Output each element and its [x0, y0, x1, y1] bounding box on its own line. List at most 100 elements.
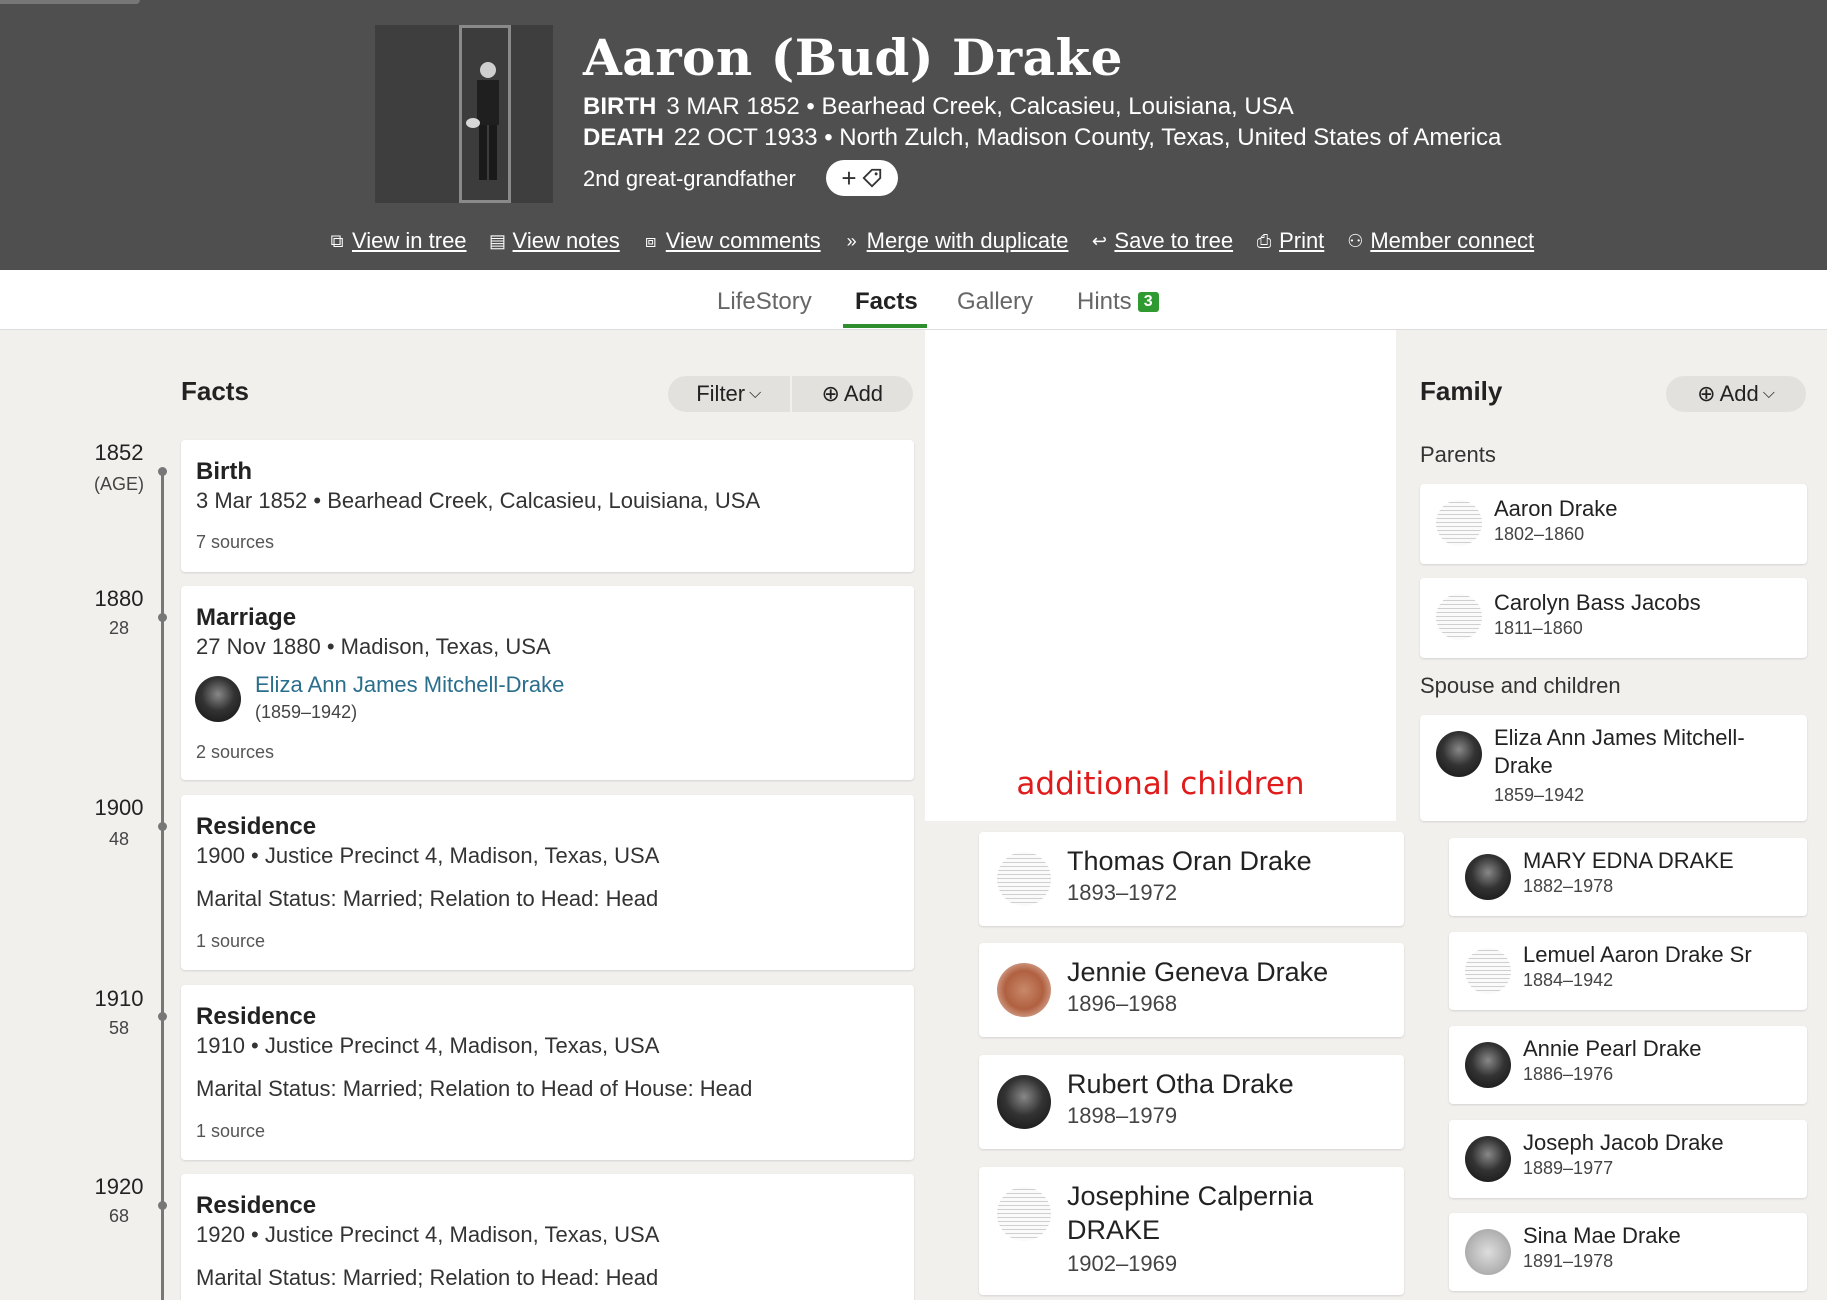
timeline-dot [158, 613, 167, 622]
fact-card-residence-1900[interactable]: Residence 1900 • Justice Precinct 4, Mad… [181, 795, 914, 970]
save-to-tree-link[interactable]: ↩ Save to tree [1088, 228, 1233, 254]
timeline-year: 1852 [94, 440, 144, 465]
child-name[interactable]: Jennie Geneva Drake [1067, 957, 1328, 988]
spouse-avatar[interactable] [195, 676, 241, 722]
child-name[interactable]: Joseph Jacob Drake [1523, 1130, 1724, 1156]
comments-icon: ⧈ [645, 230, 657, 251]
relationship-label: 2nd great-grandfather [583, 166, 796, 191]
fact-sources[interactable]: 2 sources [196, 742, 274, 763]
spouse-link[interactable]: Eliza Ann James Mitchell-Drake [255, 672, 564, 698]
fact-card-residence-1920[interactable]: Residence 1920 • Justice Precinct 4, Mad… [181, 1174, 914, 1300]
notes-icon: ▤ [489, 230, 507, 251]
child-card[interactable]: Annie Pearl Drake 1886–1976 [1449, 1026, 1807, 1104]
child-avatar [997, 963, 1051, 1017]
additional-child-card[interactable]: Jennie Geneva Drake 1896–1968 [979, 943, 1404, 1037]
timeline-year: 1910 [94, 986, 144, 1011]
spouse-name-line2[interactable]: Drake [1494, 753, 1553, 779]
child-name[interactable]: Annie Pearl Drake [1523, 1036, 1702, 1062]
child-card[interactable]: Sina Mae Drake 1891–1978 [1449, 1213, 1807, 1291]
child-name[interactable]: MARY EDNA DRAKE [1523, 848, 1734, 874]
child-name-line2[interactable]: DRAKE [1067, 1215, 1160, 1246]
person-portrait[interactable] [375, 25, 553, 203]
child-dates: 1898–1979 [1067, 1103, 1178, 1128]
fact-title: Birth [196, 458, 252, 485]
spouse-card[interactable]: Eliza Ann James Mitchell- Drake 1859–194… [1420, 715, 1807, 821]
spouse-dates: 1859–1942 [1494, 785, 1585, 805]
child-name[interactable]: Thomas Oran Drake [1067, 846, 1312, 877]
person-header: Aaron (Bud) Drake BIRTH 3 MAR 1852 • Bear… [0, 0, 1827, 270]
child-dates: 1884–1942 [1523, 970, 1614, 990]
add-family-button[interactable]: ⊕ Add ⌵ [1666, 376, 1806, 412]
birth-value: 3 MAR 1852 • Bearhead Creek, Calcasieu, … [666, 93, 1294, 120]
spouse-name-line1[interactable]: Eliza Ann James Mitchell- [1494, 725, 1745, 751]
spouse-avatar [1436, 731, 1482, 777]
child-avatar [997, 1075, 1051, 1129]
view-notes-link[interactable]: ▤ View notes [487, 228, 620, 254]
view-comments-link[interactable]: ⧈ View comments [640, 228, 821, 254]
parent-card[interactable]: Carolyn Bass Jacobs 1811–1860 [1420, 578, 1807, 658]
fact-card-marriage[interactable]: Marriage 27 Nov 1880 • Madison, Texas, U… [181, 586, 914, 780]
tab-facts[interactable]: Facts [855, 288, 918, 316]
parent-name[interactable]: Aaron Drake [1494, 496, 1618, 522]
tab-gallery[interactable]: Gallery [957, 288, 1033, 316]
death-label: DEATH [583, 124, 664, 151]
additional-child-card[interactable]: Josephine Calpernia DRAKE 1902–1969 [979, 1167, 1404, 1295]
child-card[interactable]: MARY EDNA DRAKE 1882–1978 [1449, 838, 1807, 916]
tab-lifestory[interactable]: LifeStory [717, 288, 812, 316]
fact-sources[interactable]: 1 source [196, 931, 265, 952]
fact-detail: 1910 • Justice Precinct 4, Madison, Texa… [196, 1033, 660, 1058]
additional-child-card[interactable]: Rubert Otha Drake 1898–1979 [979, 1055, 1404, 1149]
child-avatar [997, 852, 1051, 906]
member-connect-link[interactable]: ⚇ Member connect [1344, 228, 1534, 254]
merge-with-duplicate-link[interactable]: » Merge with duplicate [841, 228, 1069, 254]
child-dates: 1886–1976 [1523, 1064, 1614, 1084]
timeline-age: (AGE) [93, 474, 144, 494]
plus-circle-icon: ⊕ [821, 381, 840, 406]
parent-card[interactable]: Aaron Drake 1802–1860 [1420, 484, 1807, 564]
facts-controls: Filter ⌵ ⊕ Add [668, 376, 913, 412]
additional-child-card[interactable]: Thomas Oran Drake 1893–1972 [979, 832, 1404, 926]
fact-detail: 1920 • Justice Precinct 4, Madison, Texa… [196, 1222, 660, 1247]
facts-heading: Facts [181, 376, 249, 406]
plus-circle-icon: ⊕ [1697, 381, 1716, 406]
fact-card-residence-1910[interactable]: Residence 1910 • Justice Precinct 4, Mad… [181, 985, 914, 1160]
family-heading: Family [1420, 376, 1503, 406]
tab-hints[interactable]: Hints 3 [1077, 288, 1159, 316]
child-avatar [1465, 1136, 1511, 1182]
members-icon: ⚇ [1347, 230, 1364, 251]
fact-note: Marital Status: Married; Relation to Hea… [196, 886, 659, 911]
fact-sources[interactable]: 7 sources [196, 532, 274, 553]
timeline-age: 48 [108, 829, 130, 849]
death-value: 22 OCT 1933 • North Zulch, Madison Count… [673, 124, 1502, 151]
filter-button[interactable]: Filter ⌵ [668, 376, 790, 412]
hints-count-badge: 3 [1137, 292, 1159, 312]
child-avatar [1465, 1229, 1511, 1275]
add-fact-button[interactable]: ⊕ Add [789, 376, 914, 412]
parents-heading: Parents [1420, 442, 1496, 467]
print-link[interactable]: ⎙ Print [1253, 228, 1324, 254]
child-name[interactable]: Sina Mae Drake [1523, 1223, 1681, 1249]
fact-card-birth[interactable]: Birth 3 Mar 1852 • Bearhead Creek, Calca… [181, 440, 914, 572]
timeline-age: 28 [108, 618, 130, 638]
fact-detail: 1900 • Justice Precinct 4, Madison, Texa… [196, 843, 660, 868]
spouse-dates: (1859–1942) [255, 702, 358, 722]
add-tag-button[interactable]: + [826, 160, 898, 196]
child-avatar [1465, 854, 1511, 900]
child-card[interactable]: Joseph Jacob Drake 1889–1977 [1449, 1120, 1807, 1198]
fact-detail: 27 Nov 1880 • Madison, Texas, USA [196, 634, 551, 659]
view-in-tree-link[interactable]: ⧉ View in tree [326, 228, 467, 254]
child-name[interactable]: Rubert Otha Drake [1067, 1069, 1294, 1100]
child-card[interactable]: Lemuel Aaron Drake Sr 1884–1942 [1449, 932, 1807, 1010]
person-name: Aaron (Bud) Drake [583, 28, 1123, 87]
timeline-dot [158, 822, 167, 831]
child-name-line1[interactable]: Josephine Calpernia [1067, 1181, 1313, 1212]
save-icon: ↩ [1091, 230, 1107, 251]
parent-name[interactable]: Carolyn Bass Jacobs [1494, 590, 1701, 616]
child-dates: 1889–1977 [1523, 1158, 1614, 1178]
fact-note: Marital Status: Married; Relation to Hea… [196, 1265, 659, 1290]
timeline-dot [158, 467, 167, 476]
child-avatar [1465, 1042, 1511, 1088]
child-name[interactable]: Lemuel Aaron Drake Sr [1523, 942, 1752, 968]
fact-sources[interactable]: 1 source [196, 1121, 265, 1142]
portrait-photo [459, 25, 511, 203]
